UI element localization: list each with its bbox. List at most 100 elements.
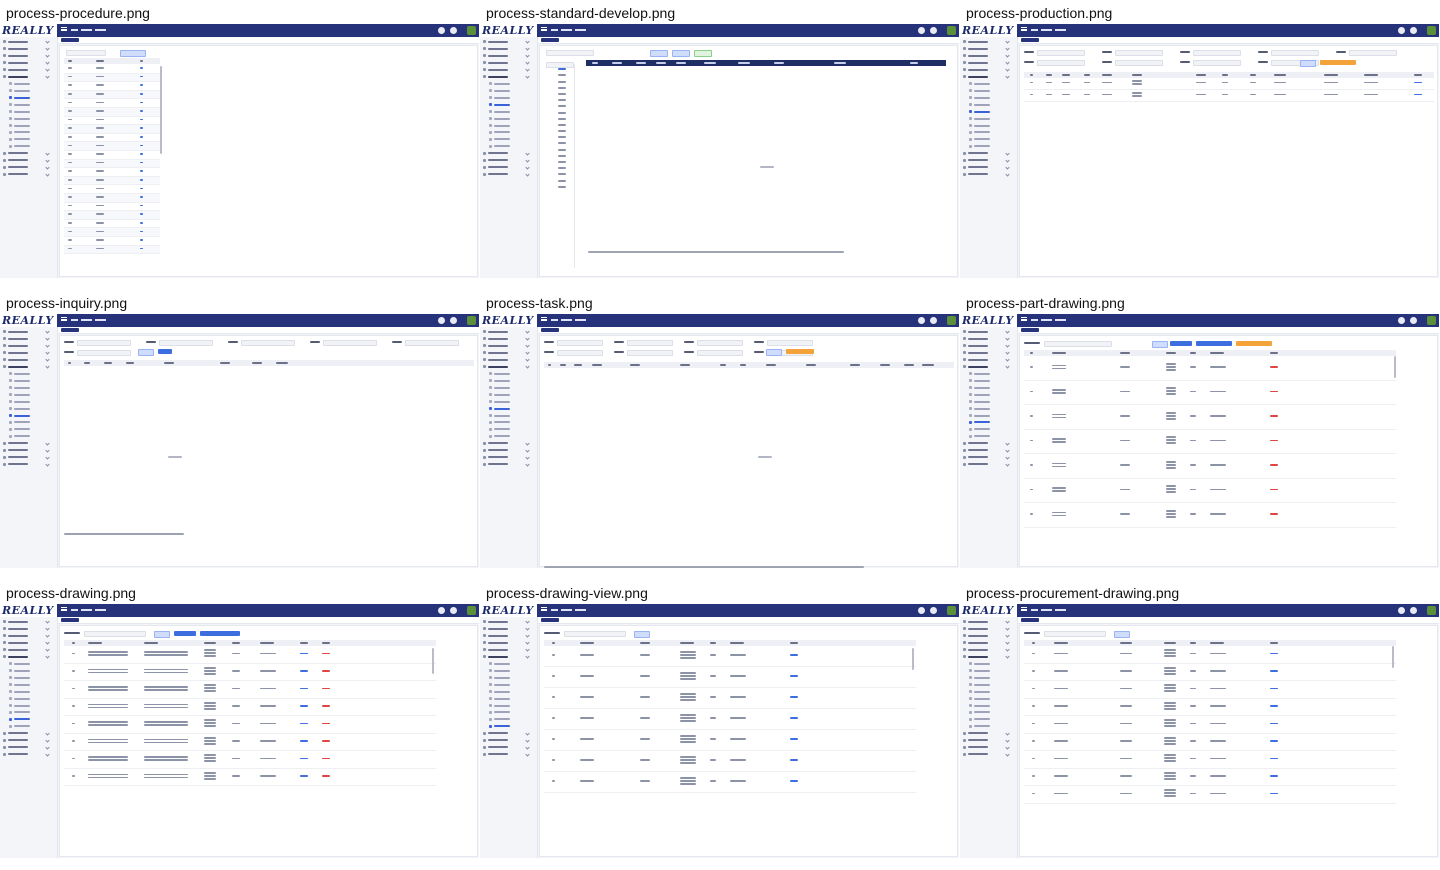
sidebar-item[interactable] — [483, 745, 530, 750]
sidebar-subitem[interactable] — [3, 102, 49, 107]
sidebar-subitem[interactable] — [963, 668, 1009, 673]
sidebar-subitem[interactable] — [3, 696, 49, 701]
table-cell[interactable] — [300, 775, 308, 777]
fullscreen-icon[interactable] — [438, 27, 445, 34]
breadcrumb-item[interactable] — [1055, 608, 1066, 611]
category-item[interactable] — [558, 111, 566, 114]
sidebar-subitem[interactable] — [483, 420, 529, 425]
search-button[interactable] — [766, 349, 782, 356]
sidebar-item[interactable] — [3, 640, 50, 645]
filter-input[interactable] — [77, 340, 131, 346]
tab-current-page[interactable] — [541, 328, 559, 332]
breadcrumb-item[interactable] — [1031, 318, 1038, 321]
sidebar-subitem[interactable] — [483, 696, 529, 701]
breadcrumb-item[interactable] — [1041, 318, 1052, 321]
category-item[interactable] — [558, 117, 566, 120]
sidebar-item[interactable] — [963, 455, 1010, 460]
sidebar-item[interactable] — [963, 640, 1010, 645]
sidebar-subitem[interactable] — [3, 717, 49, 722]
sidebar-item[interactable] — [963, 165, 1010, 170]
table-cell[interactable] — [140, 67, 143, 69]
category-item[interactable] — [558, 173, 566, 176]
sidebar-item[interactable] — [483, 647, 530, 652]
sidebar-item[interactable] — [963, 752, 1010, 757]
sidebar-subitem[interactable] — [483, 434, 529, 439]
sidebar-subitem[interactable] — [3, 689, 49, 694]
sidebar-item[interactable] — [483, 343, 530, 348]
sidebar-subitem[interactable] — [963, 95, 1009, 100]
sidebar-item[interactable] — [483, 336, 530, 341]
vertical-scrollbar[interactable] — [1392, 646, 1394, 668]
sidebar-item[interactable] — [963, 738, 1010, 743]
notification-icon[interactable] — [930, 607, 937, 614]
hamburger-icon[interactable] — [1021, 607, 1027, 611]
filter-input[interactable] — [1037, 60, 1085, 66]
sidebar-subitem[interactable] — [3, 427, 49, 432]
filter-input[interactable] — [627, 340, 673, 346]
sidebar-subitem[interactable] — [3, 109, 49, 114]
pagination[interactable] — [64, 533, 184, 535]
sidebar-subitem[interactable] — [963, 703, 1009, 708]
sidebar-subitem[interactable] — [483, 392, 529, 397]
notification-icon[interactable] — [1410, 27, 1417, 34]
sidebar-item[interactable] — [3, 654, 50, 659]
breadcrumb-item[interactable] — [71, 28, 78, 31]
sidebar-subitem[interactable] — [3, 668, 49, 673]
sidebar-subitem[interactable] — [483, 703, 529, 708]
category-item[interactable] — [558, 148, 566, 151]
create-task-button[interactable] — [786, 349, 814, 354]
table-cell[interactable] — [1270, 366, 1278, 368]
table-cell[interactable] — [322, 757, 330, 760]
sidebar-subitem[interactable] — [483, 378, 529, 383]
sidebar-subitem[interactable] — [483, 668, 529, 673]
category-item[interactable] — [558, 154, 566, 157]
sidebar-item[interactable] — [3, 151, 50, 156]
sidebar-subitem[interactable] — [483, 427, 529, 432]
sidebar-item[interactable] — [963, 46, 1010, 51]
sidebar-subitem[interactable] — [483, 130, 529, 135]
filter-input[interactable] — [405, 340, 459, 346]
table-cell[interactable] — [140, 84, 143, 86]
search-button[interactable] — [1114, 631, 1130, 638]
table-cell[interactable] — [322, 740, 330, 742]
notification-icon[interactable] — [450, 27, 457, 34]
sidebar-subitem[interactable] — [483, 710, 529, 715]
category-item[interactable] — [558, 130, 566, 133]
avatar[interactable] — [467, 26, 476, 35]
sidebar-item[interactable] — [963, 619, 1010, 624]
table-cell[interactable] — [322, 705, 330, 707]
tab-current-page[interactable] — [61, 38, 79, 42]
sidebar-subitem[interactable] — [963, 137, 1009, 142]
table-cell[interactable] — [790, 780, 798, 782]
sidebar-subitem[interactable] — [483, 399, 529, 404]
sidebar-item[interactable] — [483, 151, 530, 156]
vertical-scrollbar[interactable] — [432, 648, 434, 674]
sidebar-subitem[interactable] — [3, 406, 49, 411]
breadcrumb-item[interactable] — [1031, 608, 1038, 611]
tab-current-page[interactable] — [541, 38, 559, 42]
sidebar-subitem[interactable] — [483, 88, 529, 93]
table-cell[interactable] — [140, 118, 143, 121]
tab-current-page[interactable] — [61, 328, 79, 332]
filter-input[interactable] — [1193, 50, 1241, 56]
sidebar-item[interactable] — [3, 336, 50, 341]
sidebar-subitem[interactable] — [963, 675, 1009, 680]
category-item[interactable] — [558, 161, 566, 163]
sidebar-item[interactable] — [483, 738, 530, 743]
sidebar-subitem[interactable] — [963, 420, 1009, 425]
category-item[interactable] — [558, 105, 566, 108]
table-cell[interactable] — [140, 170, 143, 172]
table-cell[interactable] — [1270, 670, 1278, 672]
sidebar-subitem[interactable] — [3, 724, 49, 729]
sidebar-item[interactable] — [3, 343, 50, 348]
sidebar-subitem[interactable] — [963, 385, 1009, 390]
sidebar-item[interactable] — [483, 165, 530, 170]
search-button[interactable] — [1300, 60, 1316, 67]
sidebar-item[interactable] — [483, 752, 530, 757]
sidebar-subitem[interactable] — [3, 420, 49, 425]
fullscreen-icon[interactable] — [438, 607, 445, 614]
sidebar-item[interactable] — [963, 731, 1010, 736]
sidebar-item[interactable] — [3, 633, 50, 638]
table-cell[interactable] — [1270, 513, 1278, 515]
sidebar-subitem[interactable] — [963, 109, 1009, 114]
